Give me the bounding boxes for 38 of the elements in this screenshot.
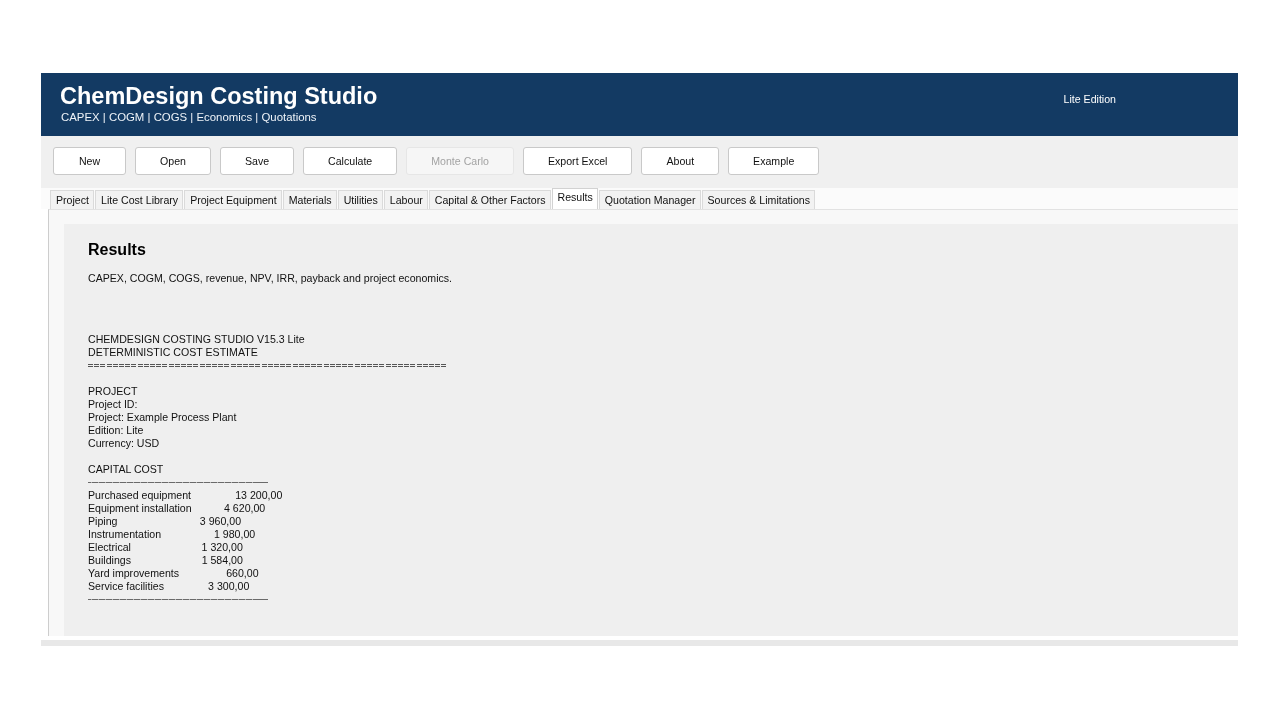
app-title: ChemDesign Costing Studio xyxy=(60,82,378,110)
tab[interactable]: Materials xyxy=(282,190,337,209)
report-line: Purchased equipment 13 200,00 xyxy=(88,489,283,502)
toolbar-button[interactable]: Export Excel xyxy=(522,147,633,175)
toolbar-button[interactable]: Example xyxy=(728,147,820,175)
tab[interactable]: Project Equipment xyxy=(184,190,282,209)
report-line: Project ID: xyxy=(88,398,138,411)
tab[interactable]: Results xyxy=(551,188,598,209)
tab[interactable]: Project xyxy=(50,190,94,209)
tab[interactable]: Quotation Manager xyxy=(598,190,701,209)
report-line: Yard improvements 660,00 xyxy=(88,567,259,580)
app-subtitle: CAPEX | COGM | COGS | Economics | Quotations xyxy=(60,110,318,124)
tab[interactable]: Capital & Other Factors xyxy=(428,190,551,209)
report-line: PROJECT xyxy=(88,385,138,398)
toolbar-button[interactable]: Save xyxy=(219,147,295,175)
tab[interactable]: Utilities xyxy=(337,190,383,209)
page-heading: Results xyxy=(88,240,146,260)
toolbar-button[interactable]: New xyxy=(53,147,126,175)
report-line: Buildings 1 584,00 xyxy=(88,554,243,567)
report-line: Project: Example Process Plant xyxy=(88,411,237,424)
tab[interactable]: Labour xyxy=(383,190,428,209)
edition-label: Lite Edition xyxy=(1063,92,1116,106)
report-line: Currency: USD xyxy=(88,437,160,450)
toolbar-button[interactable]: Calculate xyxy=(303,147,398,175)
report-line: Edition: Lite xyxy=(88,424,144,437)
toolbar-button[interactable]: Open xyxy=(135,147,211,175)
tab[interactable]: Sources & Limitations xyxy=(701,190,815,209)
report-line: Equipment installation 4 620,00 xyxy=(88,502,266,515)
toolbar-button[interactable]: About xyxy=(641,147,720,175)
report-line: DETERMINISTIC COST ESTIMATE xyxy=(88,346,258,359)
tab[interactable]: Lite Cost Library xyxy=(95,190,184,209)
report-line: Service facilities 3 300,00 xyxy=(88,580,250,593)
page-description: CAPEX, COGM, COGS, revenue, NPV, IRR, payback and project economics. xyxy=(88,272,453,285)
report-line: Electrical 1 320,00 xyxy=(88,541,243,554)
report-line: Piping 3 960,00 xyxy=(88,515,242,528)
report-line: Instrumentation 1 980,00 xyxy=(88,528,256,541)
report-line: CAPITAL COST xyxy=(88,463,164,476)
report-line: CHEMDESIGN COSTING STUDIO V15.3 Lite xyxy=(88,333,305,346)
